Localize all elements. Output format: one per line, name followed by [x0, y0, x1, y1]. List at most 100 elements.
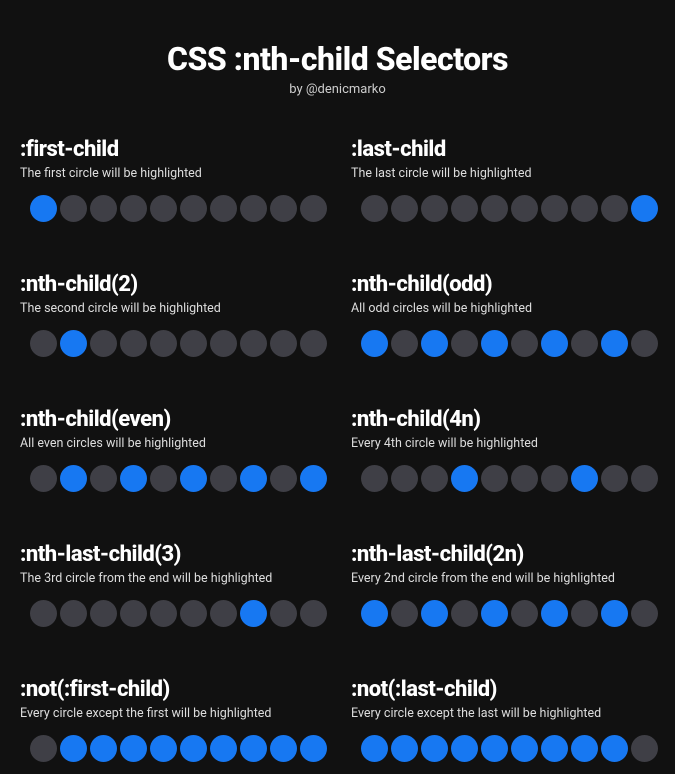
selector-name: :nth-last-child(2n) — [351, 542, 658, 567]
circle — [541, 330, 568, 357]
circle — [541, 465, 568, 492]
selector-name: :nth-last-child(3) — [20, 542, 327, 567]
selector-description: Every 4th circle will be highlighted — [351, 436, 658, 451]
circle — [571, 465, 598, 492]
circle — [481, 735, 508, 762]
page-title: CSS :nth-child Selectors — [20, 40, 655, 78]
selector-name: :nth-child(4n) — [351, 407, 658, 432]
example: :nth-last-child(2n)Every 2nd circle from… — [351, 542, 658, 627]
circle — [120, 465, 147, 492]
circle — [631, 465, 658, 492]
circle — [270, 600, 297, 627]
circle-row — [351, 330, 658, 357]
circle — [601, 465, 628, 492]
circle — [511, 735, 538, 762]
circle — [210, 330, 237, 357]
circle — [481, 195, 508, 222]
circle — [421, 330, 448, 357]
circle — [150, 195, 177, 222]
circle — [120, 735, 147, 762]
circle — [541, 195, 568, 222]
selector-name: :nth-child(2) — [20, 272, 327, 297]
circle — [361, 330, 388, 357]
circle — [481, 330, 508, 357]
circle — [180, 735, 207, 762]
circle — [300, 465, 327, 492]
circle — [60, 330, 87, 357]
example: :nth-child(4n) Every 4th circle will be h… — [351, 407, 658, 492]
circle — [451, 465, 478, 492]
circle — [481, 465, 508, 492]
circle — [300, 330, 327, 357]
selector-description: The first circle will be highlighted — [20, 166, 327, 181]
selector-name: :first-child — [20, 137, 327, 162]
circle — [511, 600, 538, 627]
selector-name: :nth-child(even) — [20, 407, 327, 432]
selector-name: :nth-child(odd) — [351, 272, 658, 297]
circle — [180, 330, 207, 357]
circle — [391, 465, 418, 492]
circle — [421, 735, 448, 762]
examples-grid: :first-child The first circle will be hig… — [20, 137, 655, 762]
example: :first-child The first circle will be hig… — [20, 137, 327, 222]
circle — [451, 330, 478, 357]
circle — [451, 600, 478, 627]
circle — [601, 330, 628, 357]
circle — [270, 195, 297, 222]
circle — [150, 465, 177, 492]
circle — [240, 600, 267, 627]
header: CSS :nth-child Selectors by @denicmarko — [20, 40, 655, 97]
circle — [451, 735, 478, 762]
circle-row — [20, 735, 327, 762]
selector-description: The last circle will be highlighted — [351, 166, 658, 181]
selector-description: The second circle will be highlighted — [20, 301, 327, 316]
circle — [511, 195, 538, 222]
circle — [391, 735, 418, 762]
example: :last-childThe last circle will be highl… — [351, 137, 658, 222]
circle — [210, 735, 237, 762]
circle — [90, 330, 117, 357]
selector-description: All even circles will be highlighted — [20, 436, 327, 451]
circle — [60, 465, 87, 492]
circle-row — [351, 195, 658, 222]
circle — [361, 600, 388, 627]
circle — [30, 330, 57, 357]
circle — [30, 195, 57, 222]
circle-row — [20, 195, 327, 222]
circle — [270, 735, 297, 762]
circle — [270, 330, 297, 357]
circle — [631, 735, 658, 762]
circle — [240, 195, 267, 222]
circle — [601, 600, 628, 627]
circle — [631, 330, 658, 357]
circle — [60, 195, 87, 222]
circle — [90, 735, 117, 762]
circle — [391, 600, 418, 627]
circle — [150, 330, 177, 357]
example: :nth-last-child(3) The 3rd circle from th… — [20, 542, 327, 627]
circle — [511, 465, 538, 492]
circle — [631, 600, 658, 627]
circle — [30, 600, 57, 627]
circle — [120, 195, 147, 222]
circle — [541, 600, 568, 627]
circle — [180, 195, 207, 222]
circle — [571, 195, 598, 222]
page-subtitle: by @denicmarko — [20, 82, 655, 97]
circle-row — [351, 465, 658, 492]
circle — [421, 465, 448, 492]
circle — [30, 465, 57, 492]
circle — [240, 465, 267, 492]
circle — [180, 600, 207, 627]
circle — [150, 735, 177, 762]
example: :nth-child(odd)All odd circles will be h… — [351, 272, 658, 357]
circle — [571, 330, 598, 357]
circle — [601, 735, 628, 762]
circle — [210, 465, 237, 492]
selector-description: The 3rd circle from the end will be high… — [20, 571, 327, 586]
example: :nth-child(even) All even circles will be… — [20, 407, 327, 492]
example: :not(:first-child)Every circle except th… — [20, 677, 327, 762]
circle — [270, 465, 297, 492]
circle — [60, 735, 87, 762]
circle — [120, 330, 147, 357]
